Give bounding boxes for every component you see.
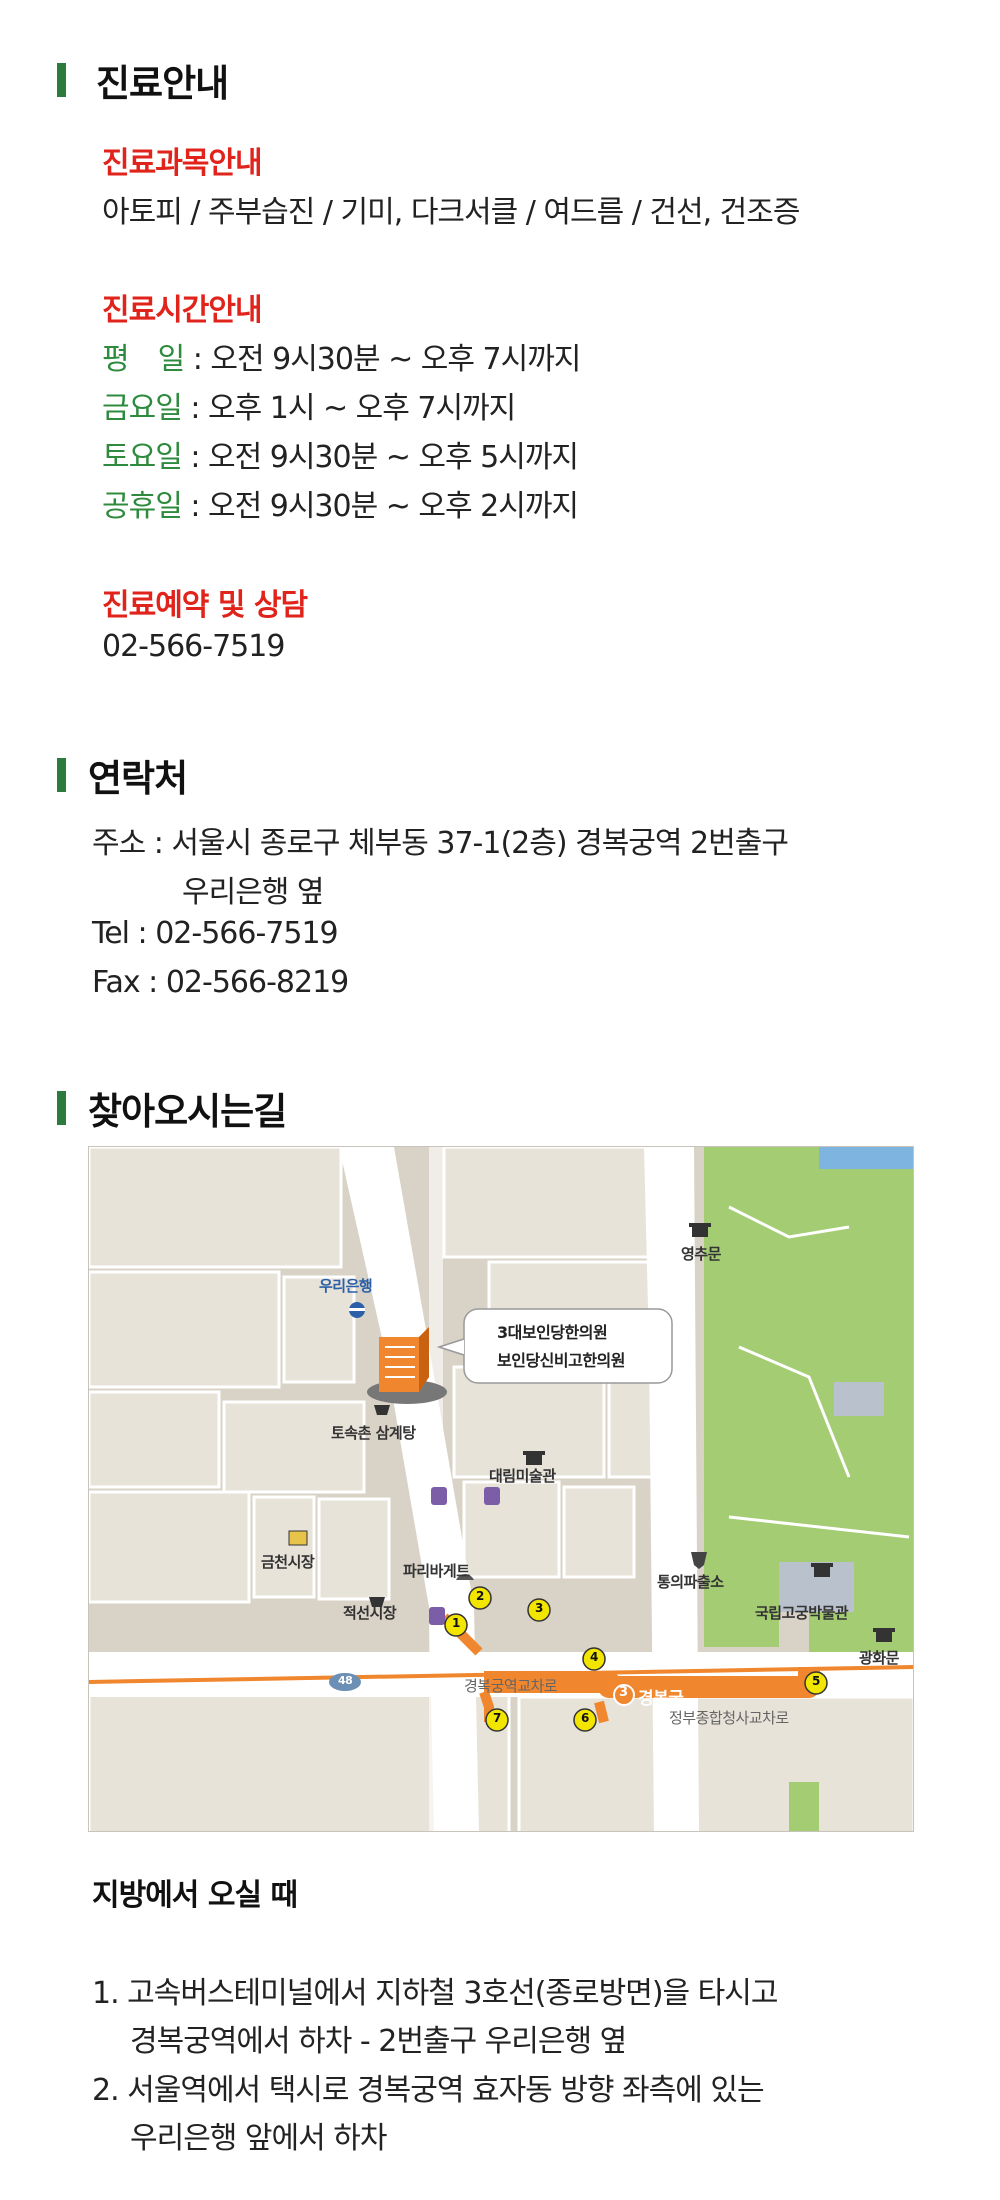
hours-time: : 오전 9시30분 ~ 오후 7시까지 (184, 342, 582, 377)
hours-time: : 오후 1시 ~ 오후 7시까지 (181, 391, 516, 426)
heading-text: 찾아오시는길 (88, 1090, 287, 1133)
location-map[interactable]: 3대보인당한의원 보인당신비고한의원 우리은행 토속촌 삼계탕 대림미술관 금천… (88, 1146, 914, 1832)
label-jeokseon: 적선시장 (343, 1604, 397, 1622)
label-paris: 파리바게트 (403, 1562, 470, 1580)
label-gwanghwa: 광화문 (859, 1649, 899, 1667)
heading-marker (57, 63, 66, 97)
heading-marker (57, 1091, 66, 1125)
label-museum: 국립고궁박물관 (755, 1604, 849, 1622)
subjects-text: 아토피 / 주부습진 / 기미, 다크서클 / 여드름 / 건선, 건조증 (102, 195, 800, 230)
exit-number: 2 (476, 1589, 484, 1603)
callout-line2: 보인당신비고한의원 (497, 1351, 625, 1370)
hours-row-holiday: 공휴일 : 오전 9시30분 ~ 오후 2시까지 (102, 481, 579, 525)
tel[interactable]: Tel : 02-566-7519 (92, 916, 339, 951)
label-line-number: 3 (619, 1685, 628, 1700)
label-woori-bank: 우리은행 (319, 1277, 373, 1295)
exit-number: 3 (535, 1601, 543, 1615)
heading-text: 연락처 (88, 757, 188, 800)
exit-number: 1 (452, 1616, 460, 1630)
park-small (789, 1782, 819, 1831)
label-geumcheon: 금천시장 (261, 1553, 315, 1571)
hours-title: 진료시간안내 (102, 293, 263, 328)
hours-row-weekday: 평 일 : 오전 9시30분 ~ 오후 7시까지 (102, 334, 582, 378)
hours-time: : 오전 9시30분 ~ 오후 5시까지 (181, 440, 579, 475)
label-daelim: 대림미술관 (489, 1467, 556, 1485)
label-road-number: 48 (338, 1674, 353, 1687)
map-graphic (89, 1147, 913, 1831)
label-tosokchon: 토속촌 삼계탕 (331, 1424, 416, 1442)
label-station: 경복궁 (638, 1689, 684, 1709)
hours-time: : 오전 9시30분 ~ 오후 2시까지 (181, 489, 579, 524)
label-yeongchu: 영추문 (681, 1245, 721, 1263)
exit-number: 4 (590, 1650, 598, 1664)
park-building (834, 1382, 884, 1416)
heading-text: 진료안내 (96, 62, 229, 105)
section-heading-clinic-info: 진료안내 (57, 53, 229, 107)
label-intersection2: 정부종합청사교차로 (669, 1709, 789, 1727)
from-local-title: 지방에서 오실 때 (92, 1878, 298, 1913)
heading-marker (57, 758, 66, 792)
hours-day: 공휴일 (102, 489, 183, 524)
hours-row-friday: 금요일 : 오후 1시 ~ 오후 7시까지 (102, 383, 516, 427)
exit-number: 5 (812, 1674, 820, 1688)
exit-number: 6 (581, 1711, 589, 1725)
hours-row-saturday: 토요일 : 오전 9시30분 ~ 오후 5시까지 (102, 432, 579, 476)
route-item-1-line2: 경복궁역에서 하차 - 2번출구 우리은행 옆 (130, 2024, 627, 2059)
pond (819, 1147, 913, 1169)
section-heading-directions: 찾아오시는길 (57, 1081, 287, 1135)
route-item-2-line2: 우리은행 앞에서 하차 (130, 2121, 387, 2156)
subjects-title: 진료과목안내 (102, 146, 263, 181)
label-intersection1: 경복궁역교차로 (464, 1677, 558, 1695)
label-tongui: 통의파출소 (657, 1573, 724, 1591)
route-item-2-line1: 2. 서울역에서 택시로 경복궁역 효자동 방향 좌측에 있는 (92, 2073, 765, 2108)
route-item-1-line1: 1. 고속버스테미널에서 지하철 3호선(종로방면)을 타시고 (92, 1976, 778, 2011)
fax: Fax : 02-566-8219 (92, 965, 349, 1000)
reservation-phone[interactable]: 02-566-7519 (102, 629, 285, 664)
address-line1: 주소 : 서울시 종로구 체부동 37-1(2층) 경복궁역 2번출구 (92, 826, 789, 861)
exit-number: 7 (493, 1711, 501, 1725)
callout-line1: 3대보인당한의원 (497, 1323, 608, 1342)
hours-day: 평 일 (102, 342, 185, 377)
reservation-title: 진료예약 및 상담 (102, 588, 308, 623)
section-heading-contact: 연락처 (57, 748, 188, 802)
hours-day: 금요일 (102, 391, 183, 426)
address-line2: 우리은행 옆 (182, 875, 325, 910)
hours-day: 토요일 (102, 440, 183, 475)
